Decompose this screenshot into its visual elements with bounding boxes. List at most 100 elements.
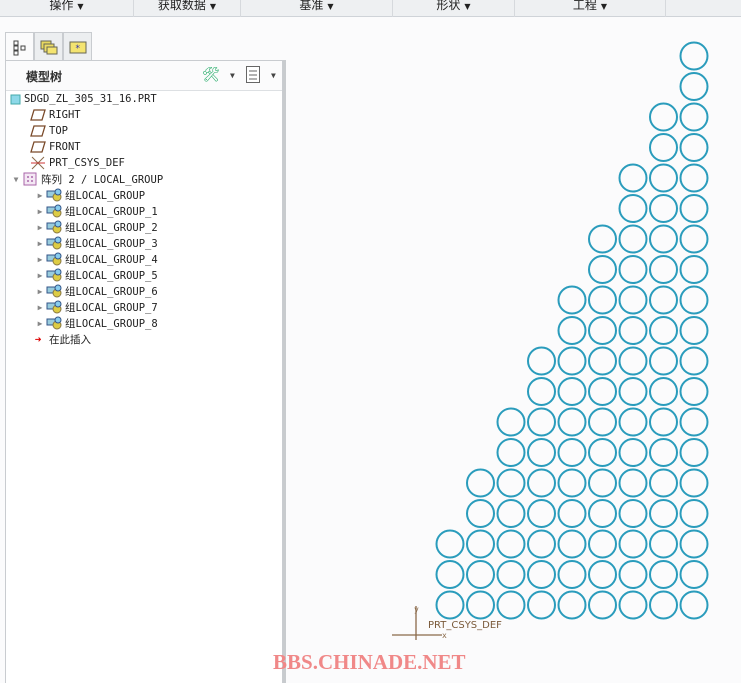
hole-circle[interactable] — [496, 560, 526, 589]
expand-arrow-icon[interactable]: ▶ — [34, 207, 46, 216]
hole-circle[interactable] — [527, 468, 556, 498]
tree-item-group[interactable]: ▶ 组LOCAL_GROUP_5 — [34, 267, 158, 283]
hole-circle[interactable] — [679, 590, 709, 620]
hole-circle[interactable] — [618, 194, 648, 223]
expand-arrow-icon[interactable]: ▶ — [34, 271, 46, 280]
hole-circle[interactable] — [679, 194, 709, 223]
hole-circle[interactable] — [527, 377, 556, 406]
hole-circle[interactable] — [618, 438, 648, 467]
tree-item-group[interactable]: ▶ 组LOCAL_GROUP_1 — [34, 203, 158, 219]
tab-folder-browser[interactable] — [34, 32, 63, 61]
tab-model-tree[interactable] — [5, 32, 34, 62]
menu-shapes[interactable]: 形状 ▼ — [392, 0, 514, 17]
settings-tools-icon[interactable]: 🛠 — [202, 67, 220, 83]
hole-circle[interactable] — [557, 407, 587, 437]
hole-circle[interactable] — [679, 529, 709, 559]
hole-circle[interactable] — [679, 255, 709, 284]
hole-circle[interactable] — [588, 438, 617, 467]
hole-circle[interactable] — [435, 529, 465, 559]
hole-circle[interactable] — [618, 255, 648, 284]
menu-engineering[interactable]: 工程 ▼ — [514, 0, 665, 17]
hole-circle[interactable] — [588, 377, 617, 406]
hole-circle[interactable] — [649, 407, 678, 437]
hole-circle[interactable] — [588, 316, 617, 345]
hole-circle[interactable] — [557, 285, 587, 315]
hole-circle[interactable] — [618, 224, 648, 254]
expand-arrow-icon[interactable]: ▶ — [34, 255, 46, 264]
hole-circle[interactable] — [588, 224, 617, 254]
hole-circle[interactable] — [649, 346, 678, 376]
hole-circle[interactable] — [588, 255, 617, 284]
hole-circle[interactable] — [527, 590, 556, 620]
hole-circle[interactable] — [649, 560, 678, 589]
expand-arrow-icon[interactable]: ▶ — [34, 191, 46, 200]
hole-circle[interactable] — [618, 590, 648, 620]
hole-circle[interactable] — [496, 438, 526, 467]
hole-circle[interactable] — [588, 590, 617, 620]
hole-circle[interactable] — [679, 285, 709, 315]
tree-item-root[interactable]: SDGD_ZL_305_31_16.PRT — [10, 91, 157, 107]
expand-arrow-icon[interactable]: ▶ — [34, 223, 46, 232]
hole-circle[interactable] — [588, 529, 617, 559]
tree-item-group[interactable]: ▶ 组LOCAL_GROUP_8 — [34, 315, 158, 331]
hole-circle[interactable] — [679, 102, 709, 132]
tree-item-group[interactable]: ▶ 组LOCAL_GROUP_3 — [34, 235, 158, 251]
hole-circle[interactable] — [649, 133, 678, 162]
tree-item-group[interactable]: ▶ 组LOCAL_GROUP_7 — [34, 299, 158, 315]
hole-circle[interactable] — [649, 499, 678, 528]
hole-circle[interactable] — [466, 590, 495, 620]
menu-operations[interactable]: 操作 ▼ — [0, 0, 133, 17]
hole-circle[interactable] — [679, 560, 709, 589]
hole-circle[interactable] — [527, 438, 556, 467]
show-options-icon[interactable] — [246, 66, 260, 85]
hole-circle[interactable] — [435, 590, 465, 620]
menu-datum[interactable]: 基准 ▼ — [240, 0, 392, 17]
hole-circle[interactable] — [618, 346, 648, 376]
show-dropdown-icon[interactable]: ▼ — [271, 71, 276, 80]
tree-item-datum[interactable]: FRONT — [30, 139, 81, 155]
hole-circle[interactable] — [649, 468, 678, 498]
hole-circle[interactable] — [618, 316, 648, 345]
hole-circle[interactable] — [557, 316, 587, 345]
hole-circle[interactable] — [435, 560, 465, 589]
hole-circle[interactable] — [557, 468, 587, 498]
graphics-viewport[interactable]: y x — [290, 18, 741, 683]
hole-circle[interactable] — [496, 499, 526, 528]
hole-circle[interactable] — [618, 529, 648, 559]
expand-arrow-icon[interactable]: ▶ — [34, 303, 46, 312]
tree-item-datum[interactable]: RIGHT — [30, 107, 81, 123]
hole-circle[interactable] — [588, 407, 617, 437]
hole-circle[interactable] — [466, 560, 495, 589]
tree-item-group[interactable]: ▶ 组LOCAL_GROUP_6 — [34, 283, 158, 299]
hole-circle[interactable] — [679, 346, 709, 376]
hole-circle[interactable] — [466, 529, 495, 559]
hole-circle[interactable] — [588, 468, 617, 498]
settings-dropdown-icon[interactable]: ▼ — [230, 71, 235, 80]
hole-circle[interactable] — [679, 72, 709, 101]
expand-arrow-icon[interactable]: ▶ — [34, 319, 46, 328]
tree-item-pattern[interactable]: ▼ 阵列 2 / LOCAL_GROUP — [10, 171, 163, 187]
hole-circle[interactable] — [649, 285, 678, 315]
hole-circle[interactable] — [679, 438, 709, 467]
hole-circle[interactable] — [679, 316, 709, 345]
hole-circle[interactable] — [557, 346, 587, 376]
hole-circle[interactable] — [649, 255, 678, 284]
hole-circle[interactable] — [588, 499, 617, 528]
hole-circle[interactable] — [679, 377, 709, 406]
hole-circle[interactable] — [618, 407, 648, 437]
hole-circle[interactable] — [679, 468, 709, 498]
hole-circle[interactable] — [649, 590, 678, 620]
hole-circle[interactable] — [527, 529, 556, 559]
hole-circle[interactable] — [649, 529, 678, 559]
hole-circle[interactable] — [618, 377, 648, 406]
expand-arrow-icon[interactable]: ▶ — [34, 287, 46, 296]
hole-circle[interactable] — [679, 133, 709, 162]
hole-circle[interactable] — [557, 438, 587, 467]
expand-arrow-icon[interactable]: ▶ — [34, 239, 46, 248]
hole-circle[interactable] — [588, 346, 617, 376]
hole-circle[interactable] — [527, 499, 556, 528]
hole-circle[interactable] — [618, 560, 648, 589]
hole-circle[interactable] — [618, 285, 648, 315]
hole-circle[interactable] — [527, 346, 556, 376]
hole-circle[interactable] — [679, 499, 709, 528]
